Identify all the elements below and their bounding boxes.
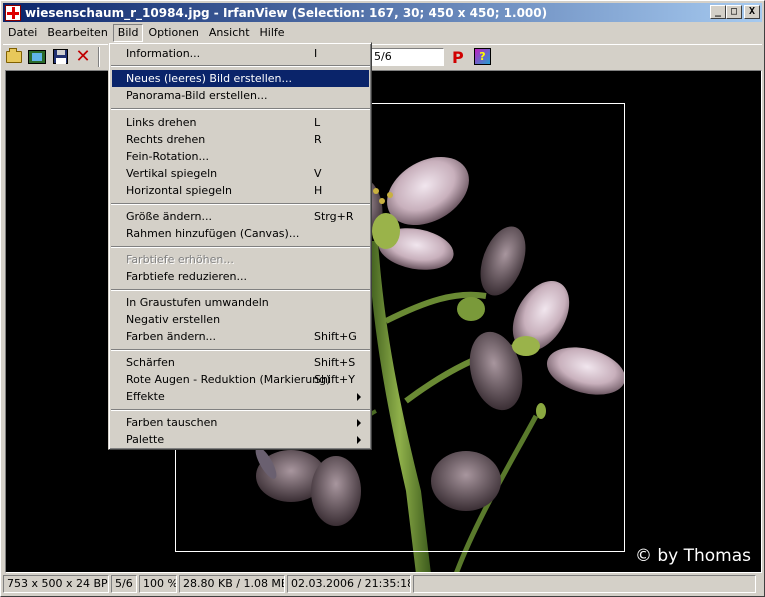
menu-item-add-border[interactable]: Rahmen hinzufügen (Canvas)... xyxy=(112,225,369,242)
menu-item-sharpen[interactable]: Schärfen Shift+S xyxy=(112,354,369,371)
maximize-button[interactable]: □ xyxy=(726,5,742,19)
menu-item-swap-colors[interactable]: Farben tauschen xyxy=(112,414,369,431)
minimize-button[interactable]: _ xyxy=(710,5,726,19)
submenu-arrow-icon xyxy=(357,436,361,444)
menu-bar: Datei Bearbeiten Bild Optionen Ansicht H… xyxy=(3,23,762,42)
menu-item-negative[interactable]: Negativ erstellen xyxy=(112,311,369,328)
window-title: wiesenschaum_r_10984.jpg - IrfanView (Se… xyxy=(25,5,548,20)
open-folder-icon xyxy=(6,47,22,63)
open-button[interactable] xyxy=(3,46,25,68)
slideshow-icon xyxy=(28,49,46,64)
status-bar: 753 x 500 x 24 BPP 5/6 100 % 28.80 KB / … xyxy=(3,575,762,594)
save-button[interactable] xyxy=(49,46,71,68)
toolbar-separator xyxy=(98,46,100,67)
menu-item-rotate-right[interactable]: Rechts drehen R xyxy=(112,131,369,148)
menu-separator xyxy=(111,65,370,67)
menu-separator xyxy=(111,203,370,205)
menu-optionen[interactable]: Optionen xyxy=(143,24,203,42)
menu-item-decrease-color-depth[interactable]: Farbtiefe reduzieren... xyxy=(112,268,369,285)
image-watermark: © by Thomas xyxy=(634,546,751,566)
title-bar[interactable]: wiesenschaum_r_10984.jpg - IrfanView (Se… xyxy=(3,3,762,22)
menu-item-color-corrections[interactable]: Farben ändern... Shift+G xyxy=(112,328,369,345)
status-filesize: 28.80 KB / 1.08 MB xyxy=(179,575,285,593)
menu-item-fine-rotation[interactable]: Fein-Rotation... xyxy=(112,148,369,165)
menu-item-flip-vertical[interactable]: Vertikal spiegeln V xyxy=(112,165,369,182)
status-empty xyxy=(413,575,756,593)
menu-item-flip-horizontal[interactable]: Horizontal spiegeln H xyxy=(112,182,369,199)
status-datetime: 02.03.2006 / 21:35:18 xyxy=(287,575,411,593)
close-button[interactable]: X xyxy=(744,5,760,19)
menu-hilfe[interactable]: Hilfe xyxy=(255,24,290,42)
status-dimensions: 753 x 500 x 24 BPP xyxy=(3,575,109,593)
irfanview-window: wiesenschaum_r_10984.jpg - IrfanView (Se… xyxy=(0,0,765,597)
menu-ansicht[interactable]: Ansicht xyxy=(204,24,255,42)
menu-bild[interactable]: Bild xyxy=(112,23,144,42)
menu-separator xyxy=(111,349,370,351)
menu-item-palette[interactable]: Palette xyxy=(112,431,369,448)
page-number-field[interactable]: 5/6 xyxy=(370,48,444,66)
menu-item-new-image[interactable]: Neues (leeres) Bild erstellen... xyxy=(112,70,369,87)
menu-item-grayscale[interactable]: In Graustufen umwandeln xyxy=(112,294,369,311)
menu-separator xyxy=(111,246,370,248)
submenu-arrow-icon xyxy=(357,419,361,427)
bild-menu-dropdown: Information... I Neues (leeres) Bild erst… xyxy=(108,42,372,450)
slideshow-button[interactable] xyxy=(26,46,48,68)
menu-separator xyxy=(111,108,370,110)
menu-item-information[interactable]: Information... I xyxy=(112,45,369,62)
status-page: 5/6 xyxy=(111,575,137,593)
paint-dialog-button[interactable]: P xyxy=(452,48,464,67)
menu-separator xyxy=(111,289,370,291)
menu-bearbeiten[interactable]: Bearbeiten xyxy=(42,24,112,42)
delete-button[interactable]: ✕ xyxy=(72,46,94,68)
help-icon[interactable]: ? xyxy=(474,48,491,65)
save-icon xyxy=(52,49,68,64)
status-zoom: 100 % xyxy=(139,575,177,593)
irfanview-app-icon[interactable] xyxy=(5,4,21,21)
menu-item-red-eye-reduction[interactable]: Rote Augen - Reduktion (Markierung) Shift… xyxy=(112,371,369,388)
menu-separator xyxy=(111,409,370,411)
menu-item-rotate-left[interactable]: Links drehen L xyxy=(112,114,369,131)
submenu-arrow-icon xyxy=(357,393,361,401)
menu-item-effects[interactable]: Effekte xyxy=(112,388,369,405)
menu-datei[interactable]: Datei xyxy=(3,24,42,42)
menu-item-panorama[interactable]: Panorama-Bild erstellen... xyxy=(112,87,369,104)
menu-item-resize[interactable]: Größe ändern... Strg+R xyxy=(112,208,369,225)
menu-item-increase-color-depth: Farbtiefe erhöhen... xyxy=(126,253,234,266)
window-controls: _ □ X xyxy=(710,5,760,19)
delete-icon: ✕ xyxy=(75,45,91,67)
